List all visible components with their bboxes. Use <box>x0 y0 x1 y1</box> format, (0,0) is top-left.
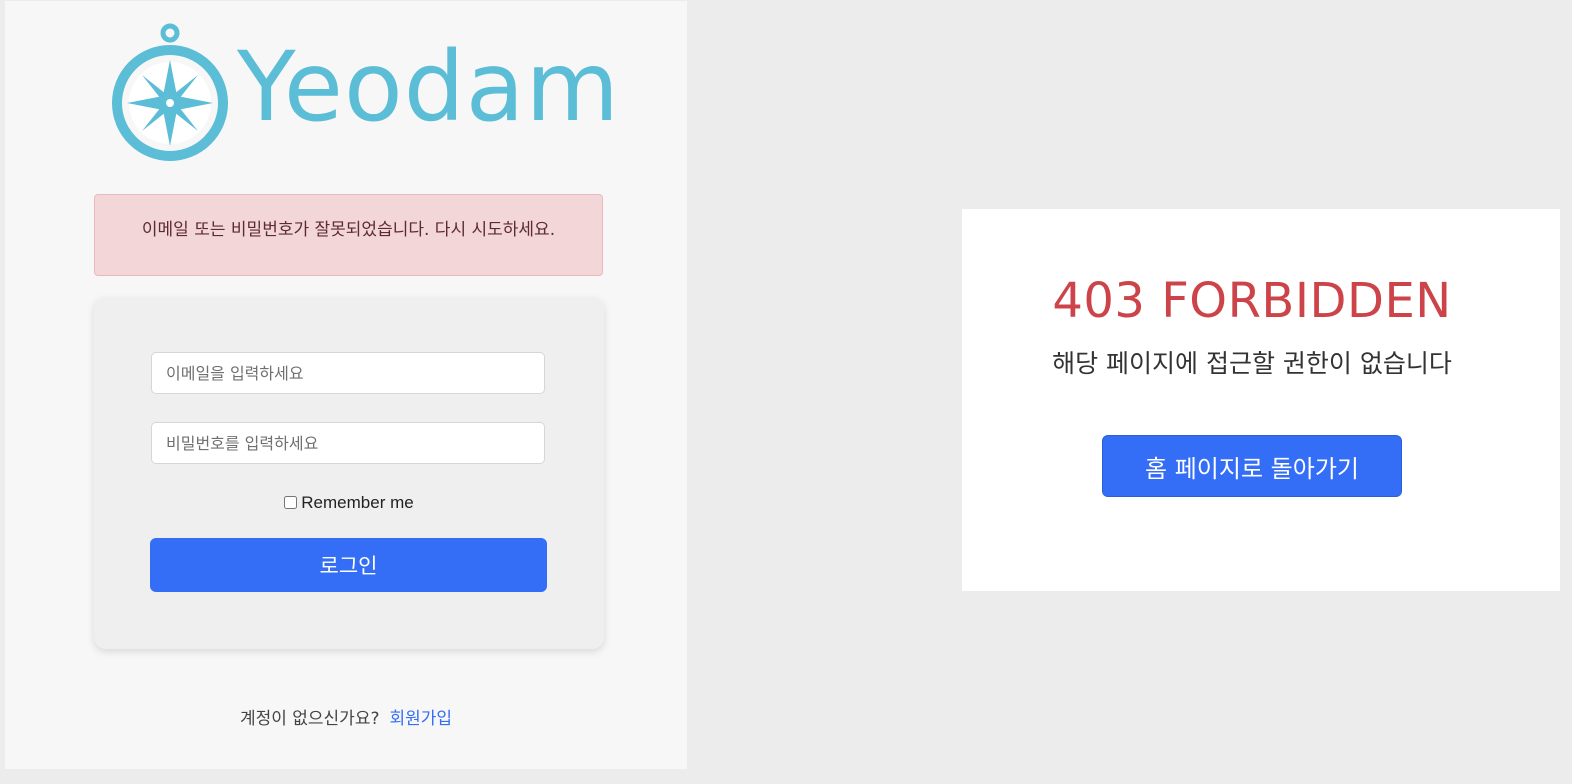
error-alert-message: 이메일 또는 비밀번호가 잘못되었습니다. 다시 시도하세요. <box>141 220 556 240</box>
remember-me-label: Remember me <box>301 493 414 512</box>
logo-text: Yeodam <box>237 31 620 143</box>
home-button[interactable]: 홈 페이지로 돌아가기 <box>1102 435 1402 497</box>
error-alert: 이메일 또는 비밀번호가 잘못되었습니다. 다시 시도하세요. <box>94 194 603 276</box>
forbidden-panel: 403 FORBIDDEN 해당 페이지에 접근할 권한이 없습니다 홈 페이지… <box>962 209 1560 591</box>
signup-prompt: 계정이 없으신가요? <box>239 709 380 729</box>
logo: Yeodam <box>105 23 619 168</box>
error-message: 해당 페이지에 접근할 권한이 없습니다 <box>1052 349 1452 378</box>
login-card: Remember me 로그인 <box>94 297 604 649</box>
signup-row: 계정이 없으신가요? 회원가입 <box>5 704 687 729</box>
remember-me-checkbox[interactable] <box>284 496 298 509</box>
email-input[interactable] <box>151 352 545 394</box>
remember-me[interactable]: Remember me <box>94 493 604 513</box>
login-panel: Yeodam 이메일 또는 비밀번호가 잘못되었습니다. 다시 시도하세요. R… <box>5 1 687 769</box>
login-button[interactable]: 로그인 <box>150 538 547 592</box>
password-input[interactable] <box>151 422 545 464</box>
compass-icon <box>112 23 228 161</box>
signup-link[interactable]: 회원가입 <box>389 709 452 729</box>
error-title: 403 FORBIDDEN <box>1052 273 1452 329</box>
